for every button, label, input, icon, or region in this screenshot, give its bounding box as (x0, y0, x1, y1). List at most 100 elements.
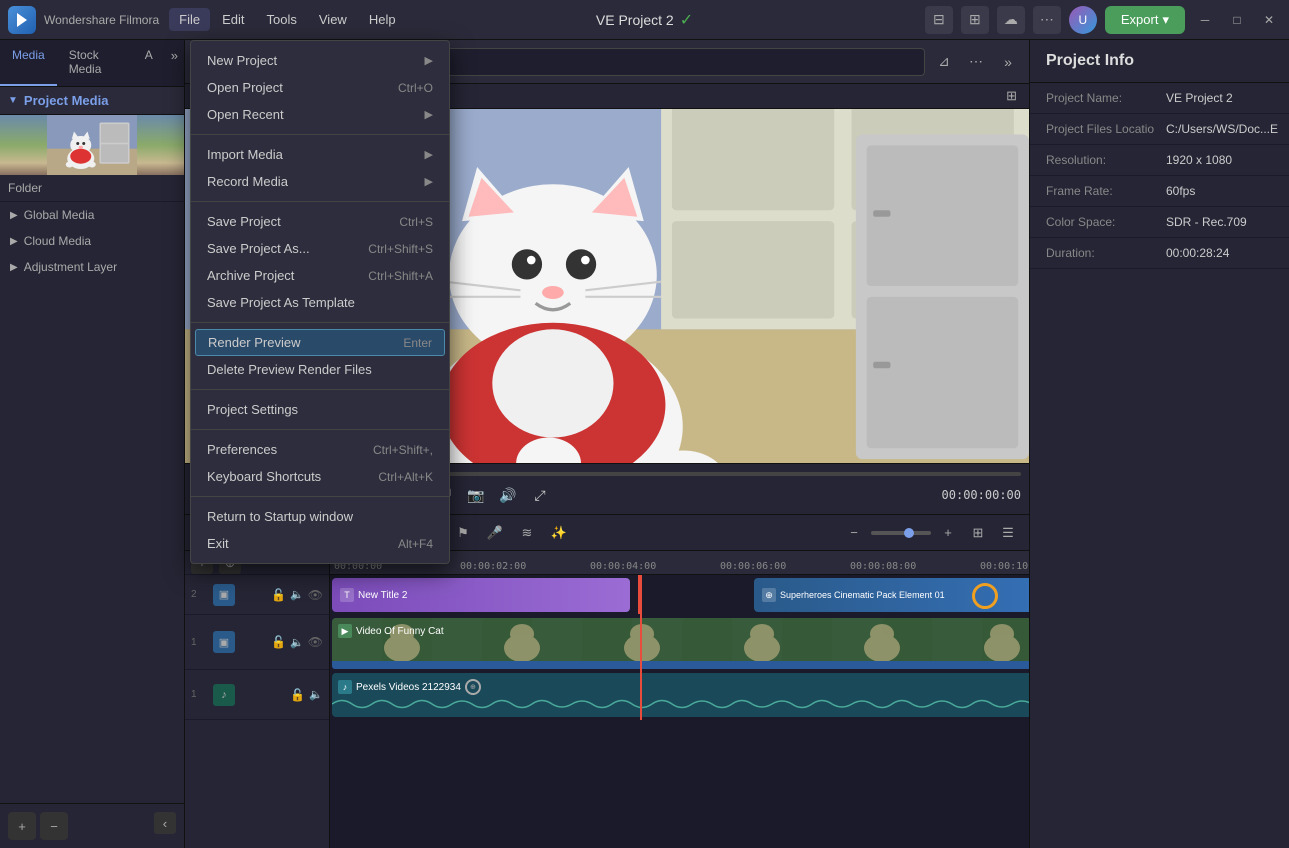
menu-sep-5 (191, 429, 449, 430)
project-media-header[interactable]: ▼ Project Media (0, 87, 184, 115)
volume-btn[interactable]: 🔊 (495, 482, 521, 508)
player-expand-icon[interactable]: ⊞ (1006, 88, 1017, 104)
menu-tools[interactable]: Tools (257, 8, 307, 31)
cloud-media-arrow: ▶ (10, 236, 18, 247)
menu-view[interactable]: View (309, 8, 357, 31)
track-2-label: 2 ▣ 🔓 🔈 👁 (185, 575, 329, 615)
project-media-arrow: ▼ (8, 95, 18, 106)
menu-delete-render-files[interactable]: Delete Preview Render Files (191, 356, 449, 383)
menu-save-project-as[interactable]: Save Project As... Ctrl+Shift+S (191, 235, 449, 262)
duration-label: Duration: (1046, 246, 1166, 260)
menu-file[interactable]: File (169, 8, 210, 31)
export-button[interactable]: Export ▾ (1105, 6, 1185, 34)
audio-lock-btn[interactable]: 🔓 (290, 688, 305, 702)
menu-section-save: Save Project Ctrl+S Save Project As... C… (191, 206, 449, 318)
menu-preferences[interactable]: Preferences Ctrl+Shift+, (191, 436, 449, 463)
timeline-section: ⧉ ↩ ↪ 🗑 ⊕ ↺ ◎ ⚑ 🎤 ≋ ✨ − + (185, 514, 1029, 848)
menu-new-project[interactable]: New Project ▶ (191, 47, 449, 74)
adjustment-layer-arrow: ▶ (10, 262, 18, 273)
tab-stock-media[interactable]: Stock Media (57, 40, 133, 86)
menu-return-startup[interactable]: Return to Startup window (191, 503, 449, 530)
track-labels: + ⊕ 2 ▣ 🔓 🔈 👁 1 ▣ (185, 551, 330, 848)
window-close-btn[interactable]: ✕ (1257, 8, 1281, 32)
app-logo (8, 6, 36, 34)
folder-section[interactable]: Folder (0, 175, 184, 202)
menu-archive-project[interactable]: Archive Project Ctrl+Shift+A (191, 262, 449, 289)
project-location-value: C:/Users/WS/Doc...E (1166, 122, 1278, 136)
track-1-mute-btn[interactable]: 🔈 (290, 636, 304, 649)
project-media-label: Project Media (24, 93, 109, 108)
remove-btn[interactable]: − (40, 812, 68, 840)
menu-record-media[interactable]: Record Media ▶ (191, 168, 449, 195)
global-media-arrow: ▶ (10, 210, 18, 221)
titlebar: Wondershare Filmora File Edit Tools View… (0, 0, 1289, 40)
window-minimize-btn[interactable]: ─ (1193, 8, 1217, 32)
menu-section-exit: Return to Startup window Exit Alt+F4 (191, 501, 449, 559)
fullscreen-btn[interactable]: ⤢ (527, 482, 553, 508)
track-2-mute-btn[interactable]: 🔈 (290, 588, 304, 601)
video-audio-bar (332, 661, 1029, 669)
chevron-right-icon[interactable]: » (995, 49, 1021, 75)
tracks-container: T New Title 2 ⊕ Superheroes Cinematic Pa… (330, 575, 1029, 720)
cloud-media-section[interactable]: ▶ Cloud Media (0, 228, 184, 254)
cloud-btn[interactable]: ☁ (997, 6, 1025, 34)
zoom-in-btn[interactable]: + (935, 520, 961, 546)
title-clip-icon: T (340, 588, 354, 602)
filter-icon[interactable]: ⊿ (931, 49, 957, 75)
add-folder-btn[interactable]: + (8, 812, 36, 840)
tab-more[interactable]: » (165, 40, 184, 86)
playhead (640, 575, 642, 720)
clip-audio[interactable]: ♪ Pexels Videos 2122934 ⊕ (332, 673, 1029, 717)
menu-import-media[interactable]: Import Media ▶ (191, 141, 449, 168)
zoom-out-btn[interactable]: − (841, 520, 867, 546)
menu-exit[interactable]: Exit Alt+F4 (191, 530, 449, 557)
track-2-num: 2 (191, 589, 209, 600)
track-1-vis-btn[interactable]: 👁 (308, 635, 323, 649)
track-2-lock-btn[interactable]: 🔓 (271, 588, 286, 602)
snapshot-btn[interactable]: 📷 (463, 482, 489, 508)
menu-open-project[interactable]: Open Project Ctrl+O (191, 74, 449, 101)
clip-new-title-2[interactable]: T New Title 2 (332, 578, 630, 612)
title-clip-label: New Title 2 (358, 590, 407, 601)
clip-video[interactable]: ▶ Video Of Funny Cat (332, 618, 1029, 666)
tab-media[interactable]: Media (0, 40, 57, 86)
menu-edit[interactable]: Edit (212, 8, 254, 31)
project-title-area: VE Project 2 ✓ (596, 10, 693, 30)
track-1-lock-btn[interactable]: 🔓 (271, 635, 286, 649)
menu-sep-4 (191, 389, 449, 390)
tab-audio[interactable]: A (133, 40, 165, 86)
project-info-header: Project Info (1030, 40, 1289, 83)
menu-help[interactable]: Help (359, 8, 406, 31)
project-name-label: Project Name: (1046, 91, 1166, 105)
global-media-section[interactable]: ▶ Global Media (0, 202, 184, 228)
menu-project-settings[interactable]: Project Settings (191, 396, 449, 423)
more-options-icon[interactable]: ⋯ (963, 49, 989, 75)
layout-btn[interactable]: ⊞ (961, 6, 989, 34)
zoom-slider[interactable] (871, 531, 931, 535)
info-row-framerate: Frame Rate: 60fps (1030, 176, 1289, 207)
voiceover-btn[interactable]: 🎤 (482, 520, 508, 546)
adjustment-layer-section[interactable]: ▶ Adjustment Layer (0, 254, 184, 280)
timeline-content: + ⊕ 2 ▣ 🔓 🔈 👁 1 ▣ (185, 551, 1029, 848)
track-2-vis-btn[interactable]: 👁 (308, 588, 323, 602)
media-thumbnail (0, 115, 184, 175)
zoom-controls: − + ⊞ ☰ (841, 520, 1021, 546)
list-view-btn[interactable]: ☰ (995, 520, 1021, 546)
collapse-panel-btn[interactable]: ‹ (154, 812, 176, 834)
menu-save-project[interactable]: Save Project Ctrl+S (191, 208, 449, 235)
settings-btn[interactable]: ⋯ (1033, 6, 1061, 34)
window-maximize-btn[interactable]: □ (1225, 8, 1249, 32)
framerate-value: 60fps (1166, 184, 1195, 198)
user-avatar[interactable]: U (1069, 6, 1097, 34)
menu-bar: File Edit Tools View Help (169, 8, 925, 31)
menu-render-preview[interactable]: Render Preview Enter (195, 329, 445, 356)
menu-keyboard-shortcuts[interactable]: Keyboard Shortcuts Ctrl+Alt+K (191, 463, 449, 490)
marker-btn[interactable]: ⚑ (450, 520, 476, 546)
grid-view-btn[interactable]: ⊞ (965, 520, 991, 546)
minimize-panel-btn[interactable]: ⊟ (925, 6, 953, 34)
menu-open-recent[interactable]: Open Recent ▶ (191, 101, 449, 128)
audio-mute-btn[interactable]: 🔈 (309, 688, 323, 701)
silence-btn[interactable]: ≋ (514, 520, 540, 546)
effects-btn[interactable]: ✨ (546, 520, 572, 546)
menu-save-as-template[interactable]: Save Project As Template (191, 289, 449, 316)
